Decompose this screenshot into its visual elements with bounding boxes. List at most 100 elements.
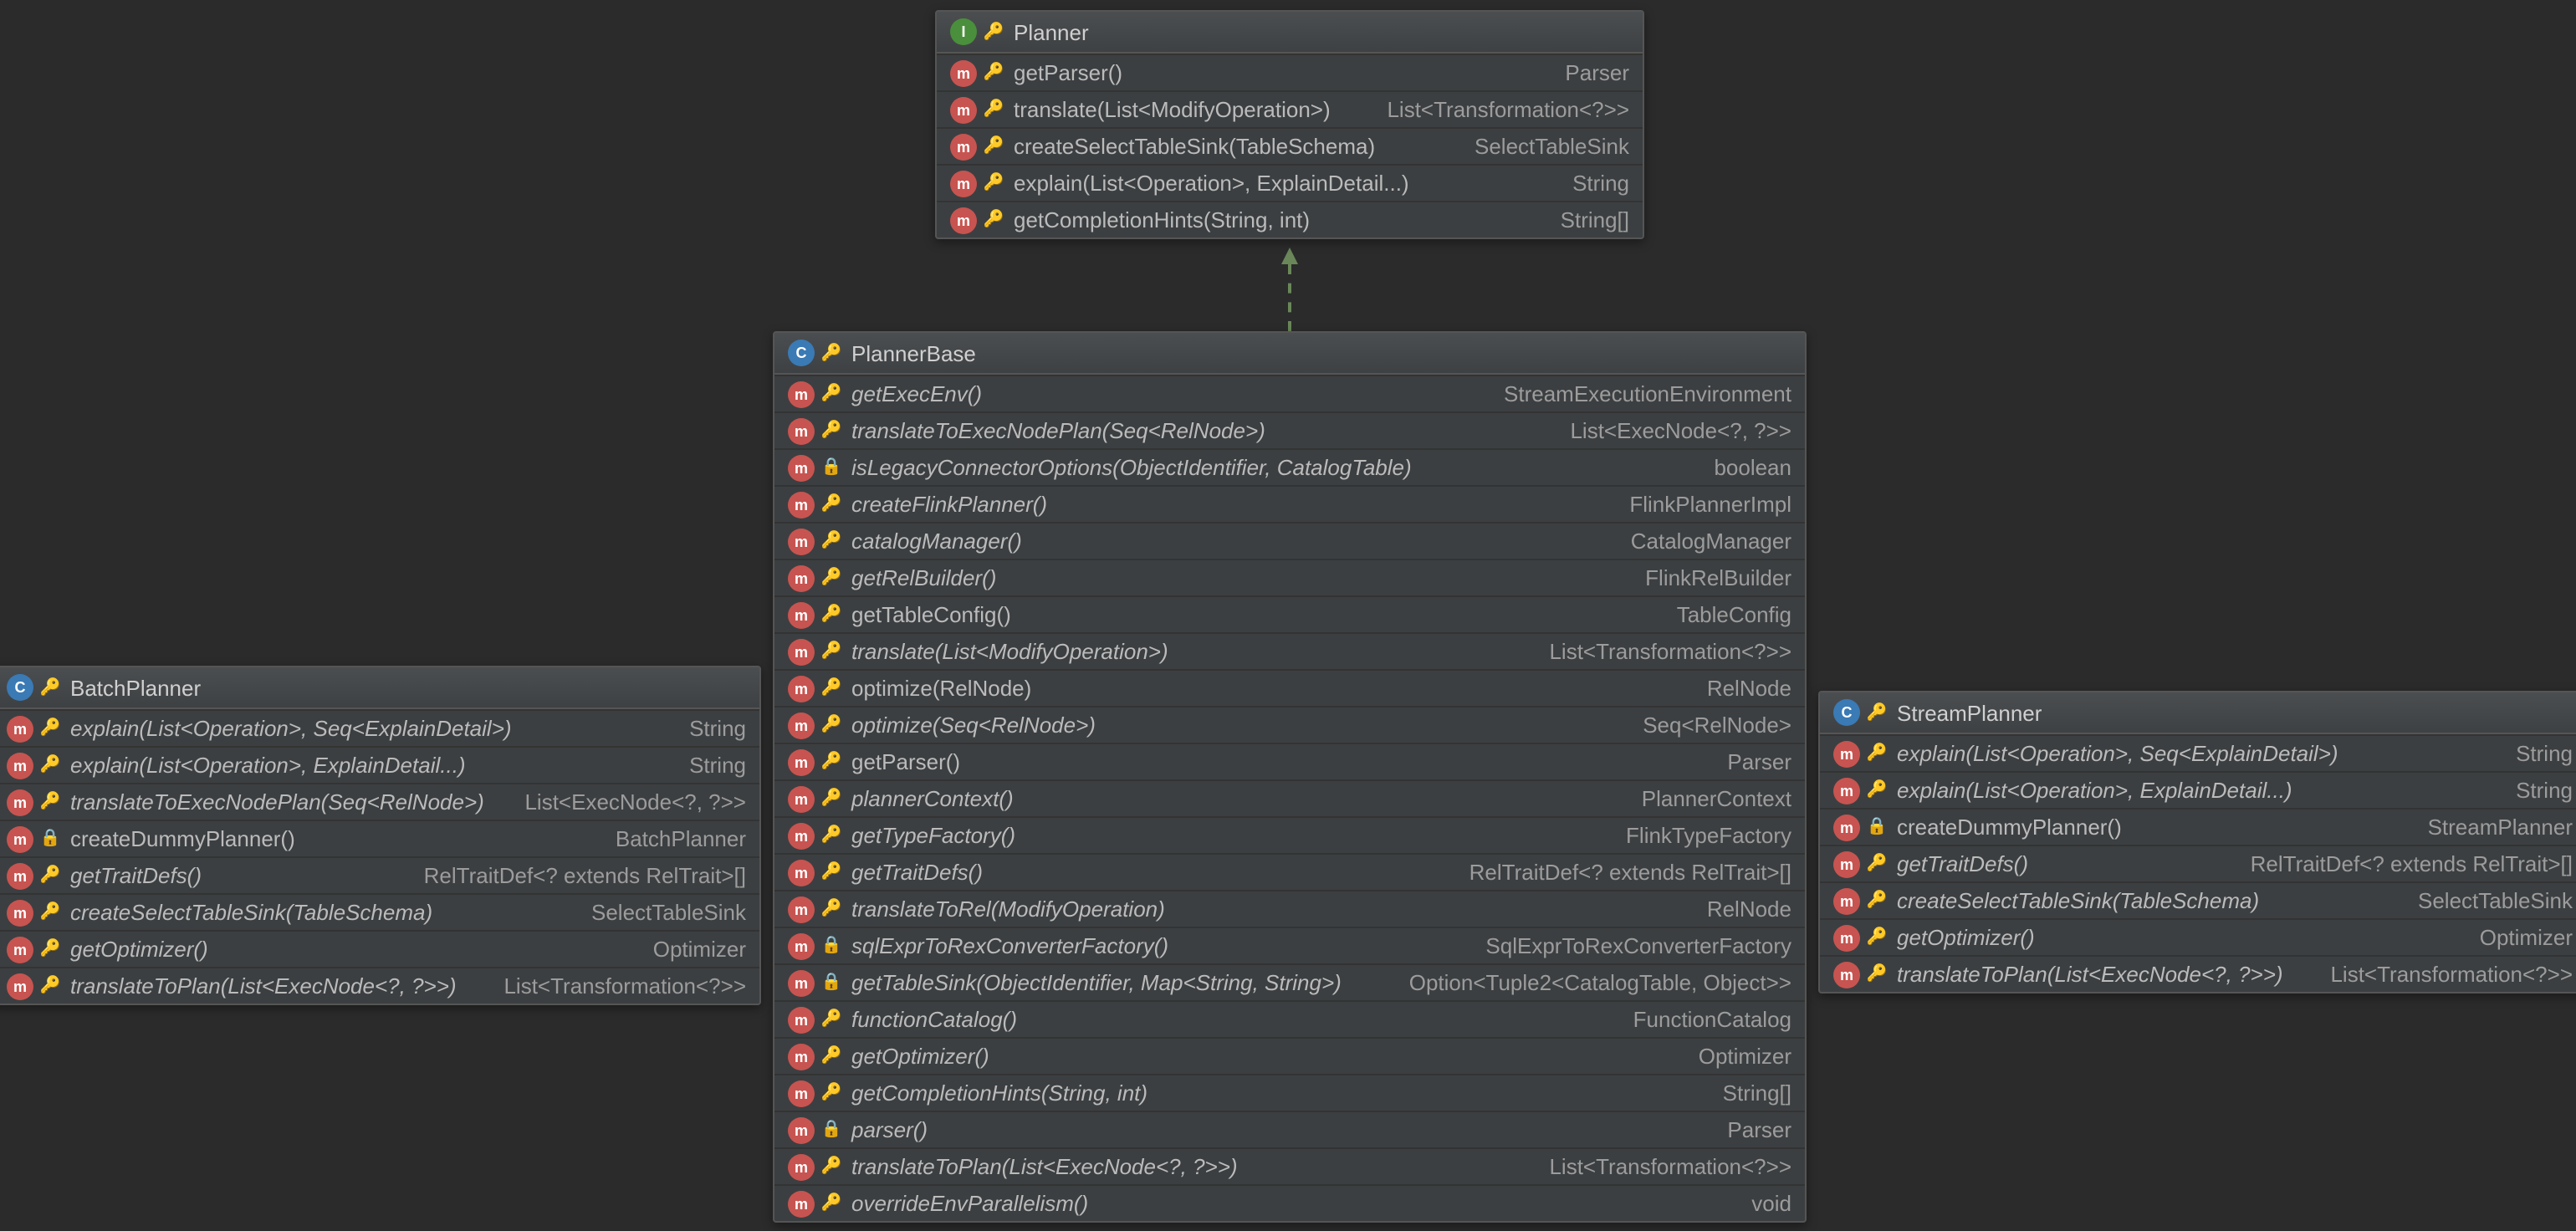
key-icon: 🔑	[821, 343, 841, 363]
method-row[interactable]: m🔑explain(List<Operation>, ExplainDetail…	[937, 164, 1643, 201]
method-signature: createSelectTableSink(TableSchema)	[70, 900, 565, 925]
method-row[interactable]: m🔑getExecEnv()StreamExecutionEnvironment	[774, 375, 1805, 411]
method-row[interactable]: m🔑translateToPlan(List<ExecNode<?, ?>>)L…	[1820, 955, 2576, 992]
class-title: PlannerBase	[851, 340, 976, 365]
method-row[interactable]: m🔑getTraitDefs()RelTraitDef<? extends Re…	[0, 856, 759, 893]
method-row[interactable]: m🔑explain(List<Operation>, Seq<ExplainDe…	[0, 709, 759, 746]
method-row[interactable]: m🔑overrideEnvParallelism()void	[774, 1184, 1805, 1221]
class-title-row[interactable]: C🔑PlannerBase	[774, 333, 1805, 375]
method-row[interactable]: m🔑getOptimizer()Optimizer	[0, 930, 759, 967]
method-row[interactable]: m🔑getCompletionHints(String, int)String[…	[774, 1074, 1805, 1111]
return-type: SelectTableSink	[2418, 888, 2573, 913]
method-row[interactable]: m🔒createDummyPlanner()StreamPlanner	[1820, 808, 2576, 845]
method-row[interactable]: m🔒parser()Parser	[774, 1111, 1805, 1147]
uml-class-planner[interactable]: I🔑Plannerm🔑getParser()Parserm🔑translate(…	[935, 10, 1644, 239]
method-row[interactable]: m🔑translate(List<ModifyOperation>)List<T…	[774, 632, 1805, 669]
key-icon: 🔑	[40, 939, 60, 959]
class-title-row[interactable]: I🔑Planner	[937, 12, 1643, 54]
uml-diagram-canvas[interactable]: I🔑Plannerm🔑getParser()Parserm🔑translate(…	[0, 0, 2576, 1231]
lock-icon: 🔒	[40, 829, 60, 849]
method-signature: optimize(RelNode)	[851, 676, 1680, 701]
method-row[interactable]: m🔑createSelectTableSink(TableSchema)Sele…	[937, 127, 1643, 164]
method-row[interactable]: m🔒getTableSink(ObjectIdentifier, Map<Str…	[774, 963, 1805, 1000]
method-signature: explain(List<Operation>, ExplainDetail..…	[70, 753, 662, 778]
class-title-row[interactable]: C🔑BatchPlanner	[0, 667, 759, 709]
class-title: StreamPlanner	[1897, 700, 2042, 725]
method-signature: isLegacyConnectorOptions(ObjectIdentifie…	[851, 455, 1687, 480]
method-row[interactable]: m🔑createFlinkPlanner()FlinkPlannerImpl	[774, 485, 1805, 522]
method-row[interactable]: m🔑translateToExecNodePlan(Seq<RelNode>)L…	[774, 411, 1805, 448]
method-signature: getTraitDefs()	[70, 863, 397, 888]
return-type: List<Transformation<?>>	[1387, 97, 1629, 122]
key-icon: 🔑	[1867, 702, 1887, 723]
method-signature: plannerContext()	[851, 786, 1615, 811]
method-row[interactable]: m🔑explain(List<Operation>, Seq<ExplainDe…	[1820, 734, 2576, 771]
method-row[interactable]: m🔑getParser()Parser	[774, 743, 1805, 779]
method-icon: m	[788, 1006, 815, 1033]
class-title: Planner	[1014, 19, 1089, 44]
method-signature: explain(List<Operation>, ExplainDetail..…	[1014, 171, 1546, 196]
method-row[interactable]: m🔑translateToPlan(List<ExecNode<?, ?>>)L…	[0, 967, 759, 1004]
method-icon: m	[1833, 850, 1860, 877]
method-row[interactable]: m🔑getOptimizer()Optimizer	[774, 1037, 1805, 1074]
method-icon: m	[7, 973, 33, 999]
class-title: BatchPlanner	[70, 675, 201, 700]
method-signature: translateToExecNodePlan(Seq<RelNode>)	[851, 418, 1543, 443]
method-signature: functionCatalog()	[851, 1007, 1607, 1032]
return-type: FlinkRelBuilder	[1645, 565, 1791, 590]
method-row[interactable]: m🔑functionCatalog()FunctionCatalog	[774, 1000, 1805, 1037]
method-row[interactable]: m🔑createSelectTableSink(TableSchema)Sele…	[0, 893, 759, 930]
method-row[interactable]: m🔑optimize(RelNode)RelNode	[774, 669, 1805, 706]
return-type: TableConfig	[1677, 602, 1791, 627]
return-type: Optimizer	[1699, 1044, 1791, 1069]
method-row[interactable]: m🔑optimize(Seq<RelNode>)Seq<RelNode>	[774, 706, 1805, 743]
method-row[interactable]: m🔒isLegacyConnectorOptions(ObjectIdentif…	[774, 448, 1805, 485]
method-icon: m	[1833, 924, 1860, 951]
method-row[interactable]: m🔑getCompletionHints(String, int)String[…	[937, 201, 1643, 238]
method-signature: getOptimizer()	[851, 1044, 1672, 1069]
method-row[interactable]: m🔒createDummyPlanner()BatchPlanner	[0, 820, 759, 856]
method-row[interactable]: m🔑createSelectTableSink(TableSchema)Sele…	[1820, 881, 2576, 918]
method-icon: m	[788, 564, 815, 591]
method-row[interactable]: m🔑getRelBuilder()FlinkRelBuilder	[774, 559, 1805, 595]
uml-class-batchplanner[interactable]: C🔑BatchPlannerm🔑explain(List<Operation>,…	[0, 666, 761, 1005]
method-row[interactable]: m🔑explain(List<Operation>, ExplainDetail…	[0, 746, 759, 783]
method-icon: m	[7, 789, 33, 815]
method-signature: getParser()	[1014, 60, 1538, 85]
key-icon: 🔑	[40, 866, 60, 886]
method-row[interactable]: m🔑getParser()Parser	[937, 54, 1643, 90]
uml-class-plannerbase[interactable]: C🔑PlannerBasem🔑getExecEnv()StreamExecuti…	[773, 331, 1807, 1223]
return-type: RelNode	[1707, 896, 1791, 922]
method-signature: createSelectTableSink(TableSchema)	[1014, 134, 1448, 159]
uml-class-streamplanner[interactable]: C🔑StreamPlannerm🔑explain(List<Operation>…	[1818, 691, 2576, 993]
return-type: BatchPlanner	[616, 826, 746, 851]
method-row[interactable]: m🔒sqlExprToRexConverterFactory()SqlExprT…	[774, 927, 1805, 963]
method-signature: getTableSink(ObjectIdentifier, Map<Strin…	[851, 970, 1383, 995]
key-icon: 🔑	[40, 792, 60, 812]
method-row[interactable]: m🔑plannerContext()PlannerContext	[774, 779, 1805, 816]
method-icon: m	[950, 207, 977, 233]
method-row[interactable]: m🔑getTableConfig()TableConfig	[774, 595, 1805, 632]
return-type: SelectTableSink	[591, 900, 746, 925]
method-signature: getTableConfig()	[851, 602, 1650, 627]
method-row[interactable]: m🔑translateToExecNodePlan(Seq<RelNode>)L…	[0, 783, 759, 820]
method-row[interactable]: m🔑catalogManager()CatalogManager	[774, 522, 1805, 559]
method-row[interactable]: m🔑getTraitDefs()RelTraitDef<? extends Re…	[1820, 845, 2576, 881]
method-icon: m	[788, 932, 815, 959]
method-signature: getParser()	[851, 749, 1700, 774]
method-row[interactable]: m🔑getTraitDefs()RelTraitDef<? extends Re…	[774, 853, 1805, 890]
method-row[interactable]: m🔑explain(List<Operation>, ExplainDetail…	[1820, 771, 2576, 808]
method-row[interactable]: m🔑translateToRel(ModifyOperation)RelNode	[774, 890, 1805, 927]
key-icon: 🔑	[1867, 964, 1887, 984]
class-title-row[interactable]: C🔑StreamPlanner	[1820, 692, 2576, 734]
method-row[interactable]: m🔑getTypeFactory()FlinkTypeFactory	[774, 816, 1805, 853]
return-type: boolean	[1714, 455, 1791, 480]
return-type: List<Transformation<?>>	[1549, 639, 1791, 664]
method-icon: m	[950, 133, 977, 160]
method-icon: m	[1833, 887, 1860, 914]
method-icon: m	[788, 381, 815, 407]
method-row[interactable]: m🔑getOptimizer()Optimizer	[1820, 918, 2576, 955]
return-type: SelectTableSink	[1475, 134, 1629, 159]
method-row[interactable]: m🔑translateToPlan(List<ExecNode<?, ?>>)L…	[774, 1147, 1805, 1184]
method-row[interactable]: m🔑translate(List<ModifyOperation>)List<T…	[937, 90, 1643, 127]
